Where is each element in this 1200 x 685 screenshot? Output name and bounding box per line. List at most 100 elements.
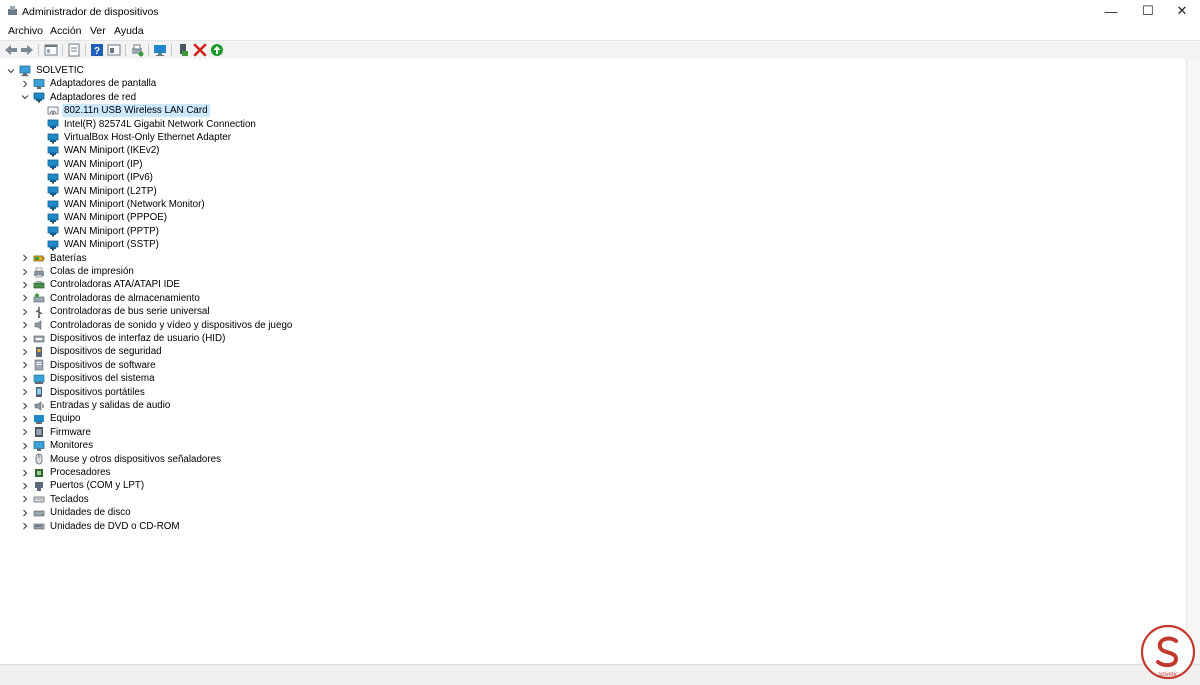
category-controladoras-de-sonido-y-video-y-dispositivos-de-juego[interactable]: Controladoras de sonido y vídeo y dispos… <box>20 319 294 332</box>
category-colas-de-impresion[interactable]: Colas de impresión <box>20 265 136 278</box>
chevron-right-icon[interactable] <box>20 386 30 399</box>
console-tree-icon[interactable] <box>44 43 58 57</box>
category-unidades-de-dvd-o-cd-rom[interactable]: Unidades de DVD o CD-ROM <box>20 520 182 533</box>
device-wan-miniport-l2tp[interactable]: WAN Miniport (L2TP) <box>34 185 159 198</box>
menu-ayuda[interactable]: Ayuda <box>114 25 144 37</box>
enable-device-icon[interactable] <box>210 43 224 57</box>
device-wan-miniport-ikev2[interactable]: WAN Miniport (IKEv2) <box>34 144 161 157</box>
ide-controller-icon <box>33 280 45 289</box>
chevron-right-icon[interactable] <box>20 493 30 506</box>
chevron-right-icon[interactable] <box>20 305 30 318</box>
menu-ver[interactable]: Ver <box>90 25 106 37</box>
maximize-button[interactable]: ☐ <box>1129 0 1167 22</box>
properties-icon[interactable] <box>67 43 81 57</box>
chevron-right-icon[interactable] <box>20 399 30 412</box>
chevron-right-icon[interactable] <box>20 412 30 425</box>
category-dispositivos-de-interfaz-de-usuario-hid[interactable]: Dispositivos de interfaz de usuario (HID… <box>20 332 227 345</box>
vertical-scrollbar[interactable] <box>1186 59 1200 664</box>
category-equipo[interactable]: Equipo <box>20 412 83 425</box>
category-controladoras-de-bus-serie-universal[interactable]: Controladoras de bus serie universal <box>20 305 212 318</box>
category-adaptadores-de-pantalla[interactable]: Adaptadores de pantalla <box>20 77 158 90</box>
wireless-adapter-icon <box>47 106 59 115</box>
category-procesadores[interactable]: Procesadores <box>20 466 112 479</box>
category-dispositivos-de-software[interactable]: Dispositivos de software <box>20 359 158 372</box>
category-dispositivos-del-sistema[interactable]: Dispositivos del sistema <box>20 372 157 385</box>
chevron-right-icon[interactable] <box>20 466 30 479</box>
chevron-right-icon[interactable] <box>20 372 30 385</box>
back-arrow-icon[interactable] <box>4 43 18 57</box>
category-baterias[interactable]: Baterías <box>20 252 89 265</box>
update-driver-icon[interactable] <box>176 43 190 57</box>
minimize-button[interactable]: — <box>1092 0 1130 22</box>
chevron-right-icon[interactable] <box>20 345 30 358</box>
category-dispositivos-portatiles[interactable]: Dispositivos portátiles <box>20 386 147 399</box>
network-adapter-icon <box>47 213 59 224</box>
menu-accion[interactable]: Acción <box>50 25 82 37</box>
chevron-right-icon[interactable] <box>20 319 30 332</box>
category-controladoras-de-almacenamiento[interactable]: Controladoras de almacenamiento <box>20 292 202 305</box>
close-button[interactable]: ✕ <box>1163 0 1200 22</box>
chevron-right-icon[interactable] <box>20 426 30 439</box>
chevron-down-icon[interactable] <box>20 91 30 104</box>
battery-icon <box>33 255 45 262</box>
help-icon[interactable]: ? <box>90 43 104 57</box>
device-wan-miniport-pptp[interactable]: WAN Miniport (PPTP) <box>34 225 161 238</box>
category-mouse-y-otros-dispositivos-senaladores[interactable]: Mouse y otros dispositivos señaladores <box>20 453 223 466</box>
category-firmware[interactable]: Firmware <box>20 426 93 439</box>
category-teclados[interactable]: Teclados <box>20 493 91 506</box>
scan-hardware-icon[interactable] <box>153 43 167 57</box>
uninstall-icon[interactable] <box>193 43 207 57</box>
print-icon[interactable] <box>130 43 144 57</box>
category-puertos-com-y-lpt[interactable]: Puertos (COM y LPT) <box>20 479 146 492</box>
chevron-right-icon[interactable] <box>20 453 30 466</box>
tree-item-label: WAN Miniport (SSTP) <box>64 239 159 251</box>
audio-io-icon <box>34 400 44 411</box>
category-unidades-de-disco[interactable]: Unidades de disco <box>20 506 133 519</box>
chevron-right-icon[interactable] <box>20 479 30 492</box>
chevron-right-icon[interactable] <box>20 359 30 372</box>
tree-item-label: Intel(R) 82574L Gigabit Network Connecti… <box>64 118 256 130</box>
tree-item-label: Adaptadores de pantalla <box>50 78 157 90</box>
category-controladoras-ata-atapi-ide[interactable]: Controladoras ATA/ATAPI IDE <box>20 278 182 291</box>
category-entradas-y-salidas-de-audio[interactable]: Entradas y salidas de audio <box>20 399 172 412</box>
chevron-right-icon[interactable] <box>20 332 30 345</box>
category-monitores[interactable]: Monitores <box>20 439 95 452</box>
tree-item-label: Adaptadores de red <box>50 91 137 103</box>
chevron-right-icon[interactable] <box>20 520 30 533</box>
device-wan-miniport-sstp[interactable]: WAN Miniport (SSTP) <box>34 238 161 251</box>
chevron-down-icon[interactable] <box>6 64 16 77</box>
forward-arrow-icon[interactable] <box>20 43 34 57</box>
minimize-icon: — <box>1104 3 1118 19</box>
device-wan-miniport-network-monitor[interactable]: WAN Miniport (Network Monitor) <box>34 198 207 211</box>
device-wan-miniport-pppoe[interactable]: WAN Miniport (PPPOE) <box>34 211 169 224</box>
toolbar-separator <box>125 44 126 56</box>
mouse-icon <box>35 453 43 465</box>
chevron-right-icon[interactable] <box>20 506 30 519</box>
software-device-icon <box>34 360 44 371</box>
device-wan-miniport-ipv6[interactable]: WAN Miniport (IPv6) <box>34 171 155 184</box>
device-wan-miniport-ip[interactable]: WAN Miniport (IP) <box>34 158 145 171</box>
action-view-icon[interactable] <box>107 43 121 57</box>
device-intel-r-82574l-gigabit-network-connection[interactable]: Intel(R) 82574L Gigabit Network Connecti… <box>34 118 258 131</box>
window-title: Administrador de dispositivos <box>22 6 159 18</box>
device-virtualbox-host-only-ethernet-adapter[interactable]: VirtualBox Host-Only Ethernet Adapter <box>34 131 233 144</box>
chevron-right-icon[interactable] <box>20 77 30 90</box>
chevron-right-icon[interactable] <box>20 265 30 278</box>
chevron-right-icon[interactable] <box>20 278 30 291</box>
tree-root[interactable]: SOLVETIC <box>6 64 86 77</box>
tree-item-label: Unidades de disco <box>50 507 131 519</box>
processor-icon <box>35 468 43 477</box>
device-802-11n-usb-wireless-lan-card[interactable]: 802.11n USB Wireless LAN Card <box>34 104 210 118</box>
chevron-right-icon[interactable] <box>20 252 30 265</box>
chevron-right-icon[interactable] <box>20 292 30 305</box>
chevron-right-icon[interactable] <box>20 439 30 452</box>
menu-archivo[interactable]: Archivo <box>8 25 43 37</box>
tree-item-label: Controladoras de almacenamiento <box>50 292 200 304</box>
category-dispositivos-de-seguridad[interactable]: Dispositivos de seguridad <box>20 345 164 358</box>
category-adaptadores-de-red[interactable]: Adaptadores de red <box>20 91 138 104</box>
